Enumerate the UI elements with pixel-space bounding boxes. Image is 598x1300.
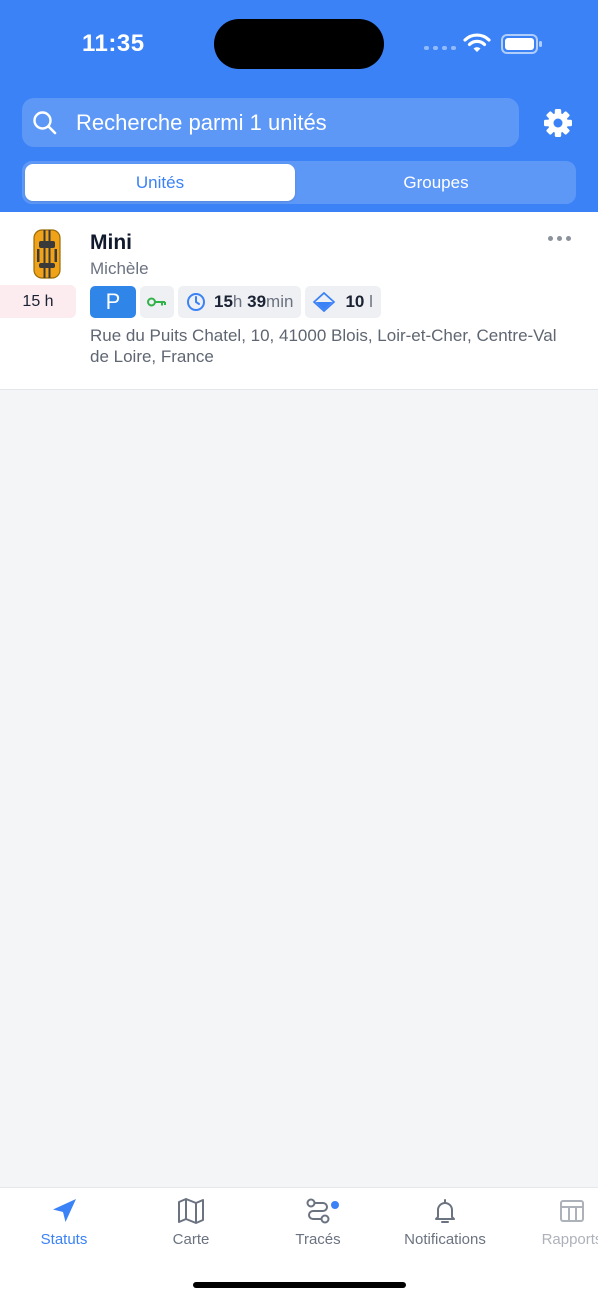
unit-list-item[interactable]: 15 h Mini Michèle P 15 h 39 min 10 l Rue d… bbox=[0, 212, 598, 390]
navigation-arrow-icon bbox=[53, 1199, 76, 1222]
segmented-control: Unités Groupes bbox=[22, 161, 576, 204]
bottom-tab-bar: Statuts Carte Tracés Notifications Rappo… bbox=[0, 1187, 598, 1300]
fuel-chip: 10 l bbox=[305, 286, 381, 318]
parking-badge: P bbox=[90, 286, 136, 318]
notification-dot bbox=[331, 1201, 339, 1209]
fuel-unit: l bbox=[369, 292, 373, 311]
battery-icon bbox=[501, 34, 542, 54]
status-time: 11:35 bbox=[82, 30, 145, 57]
key-icon bbox=[147, 297, 166, 307]
tab-rapports[interactable]: Rapports bbox=[508, 1196, 598, 1248]
segment-groups[interactable]: Groupes bbox=[299, 164, 573, 201]
map-icon bbox=[178, 1198, 204, 1224]
more-options-icon[interactable] bbox=[548, 236, 571, 241]
duration-hours-unit: h bbox=[232, 292, 243, 311]
tab-label: Rapports bbox=[541, 1231, 598, 1248]
duration-chip: 15 h 39 min bbox=[178, 286, 302, 318]
header: 11:35 Recherche parmi 1 unités Unités Gr… bbox=[0, 0, 598, 212]
tab-label: Statuts bbox=[40, 1231, 88, 1248]
fuel-tank-icon bbox=[313, 292, 336, 312]
car-icon bbox=[33, 229, 61, 279]
settings-gear-icon[interactable] bbox=[542, 107, 574, 139]
wifi-icon bbox=[463, 33, 491, 52]
home-indicator bbox=[193, 1282, 406, 1288]
tab-statuts[interactable]: Statuts bbox=[0, 1196, 128, 1248]
bell-icon bbox=[435, 1199, 455, 1223]
unit-address: Rue du Puits Chatel, 10, 41000 Blois, Lo… bbox=[90, 326, 557, 366]
duration-minutes-unit: min bbox=[266, 292, 294, 311]
table-icon bbox=[560, 1200, 584, 1222]
tab-label: Tracés bbox=[295, 1231, 341, 1248]
driver-name: Michèle bbox=[90, 259, 149, 278]
unit-name: Mini bbox=[90, 231, 132, 254]
duration-minutes: 39 bbox=[247, 292, 267, 311]
tab-label: Carte bbox=[172, 1231, 210, 1248]
tab-traces[interactable]: Tracés bbox=[254, 1196, 382, 1248]
segment-units[interactable]: Unités bbox=[25, 164, 295, 201]
clock-icon bbox=[187, 293, 205, 311]
dynamic-island bbox=[214, 19, 384, 69]
tab-label: Notifications bbox=[404, 1231, 486, 1248]
search-bar[interactable]: Recherche parmi 1 unités bbox=[22, 98, 519, 147]
search-icon bbox=[33, 111, 57, 135]
cellular-signal-icon bbox=[424, 46, 456, 50]
tab-carte[interactable]: Carte bbox=[127, 1196, 255, 1248]
duration-hours: 15 bbox=[214, 292, 233, 311]
fuel-value: 10 bbox=[345, 292, 365, 311]
status-chips: P 15 h 39 min 10 l bbox=[90, 286, 381, 318]
tab-notifications[interactable]: Notifications bbox=[381, 1196, 509, 1248]
route-icon bbox=[306, 1198, 330, 1224]
search-input[interactable]: Recherche parmi 1 unités bbox=[76, 110, 327, 136]
last-message-badge: 15 h bbox=[0, 285, 76, 318]
ignition-chip bbox=[140, 286, 174, 318]
